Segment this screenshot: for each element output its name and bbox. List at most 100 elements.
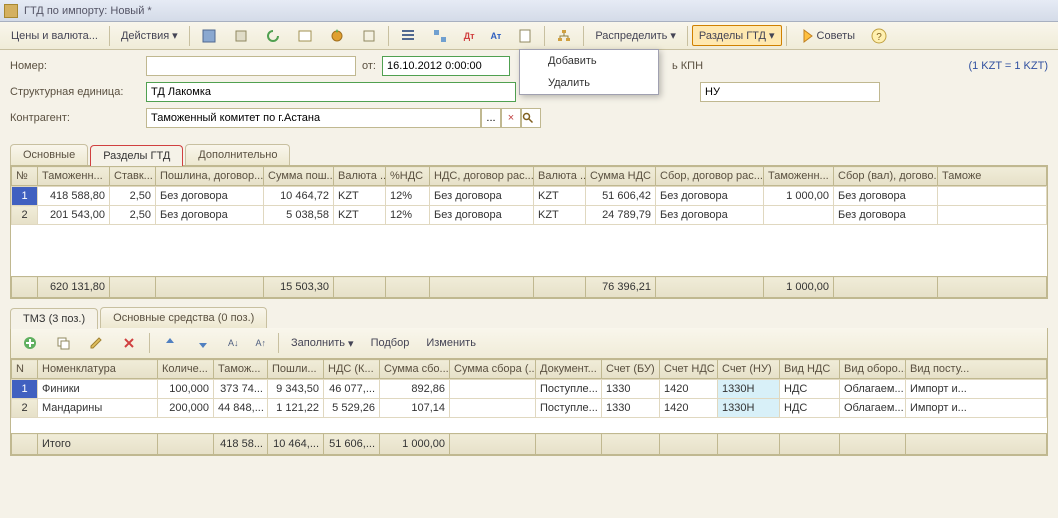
- menu-delete[interactable]: Удалить: [520, 72, 658, 94]
- tab-main[interactable]: Основные: [10, 144, 88, 165]
- currency-rate: (1 KZT = 1 KZT): [968, 60, 1048, 72]
- tab-sections[interactable]: Разделы ГТД: [90, 145, 183, 166]
- col-header[interactable]: Сбор (вал), догово...: [834, 167, 938, 186]
- col-header[interactable]: Номенклатура: [38, 360, 158, 379]
- col-header[interactable]: Сумма сбора (...: [450, 360, 536, 379]
- lookup-button[interactable]: [521, 108, 541, 128]
- col-header[interactable]: Счет (НУ): [718, 360, 780, 379]
- kpn-label: ь КПН: [672, 60, 703, 72]
- move-up-button[interactable]: [155, 331, 185, 355]
- toolbar-icon-3[interactable]: [290, 24, 320, 48]
- sub-toolbar: A↓ A↑ Заполнить▾ Подбор Изменить: [10, 328, 1048, 359]
- subtab-tmz[interactable]: ТМЗ (3 поз.): [10, 308, 98, 329]
- advice-button[interactable]: Советы: [791, 24, 862, 48]
- from-label: от:: [362, 60, 376, 72]
- edit-button[interactable]: Изменить: [419, 333, 483, 353]
- edit-row-button[interactable]: [81, 331, 111, 355]
- sections-grid: №Таможенн...Ставк...Пошлина, договор...С…: [10, 165, 1048, 299]
- actions-button[interactable]: Действия▾: [114, 25, 185, 46]
- number-label: Номер:: [10, 60, 140, 72]
- toolbar-refresh-icon[interactable]: [258, 24, 288, 48]
- col-header[interactable]: Валюта ...: [534, 167, 586, 186]
- delete-row-button[interactable]: [114, 331, 144, 355]
- sections-dropdown: Добавить Удалить: [519, 49, 659, 95]
- unit-field[interactable]: [146, 82, 516, 102]
- svg-text:?: ?: [876, 32, 882, 43]
- col-header[interactable]: НДС (К...: [324, 360, 380, 379]
- total-duty: 15 503,30: [264, 277, 334, 298]
- tab-extra[interactable]: Дополнительно: [185, 144, 290, 165]
- col-header[interactable]: Таможе: [938, 167, 1047, 186]
- distribute-button[interactable]: Распределить▾: [588, 25, 683, 46]
- toolbar-tree-icon[interactable]: [425, 24, 455, 48]
- col-header[interactable]: Документ...: [536, 360, 602, 379]
- col-header[interactable]: Ставк...: [110, 167, 156, 186]
- col-header[interactable]: Сумма пош...: [264, 167, 334, 186]
- col-header[interactable]: Пошли...: [268, 360, 324, 379]
- prices-button[interactable]: Цены и валюта...: [4, 26, 105, 46]
- app-icon: [4, 4, 18, 18]
- contr-label: Контрагент:: [10, 112, 140, 124]
- toolbar-report-icon[interactable]: [510, 24, 540, 48]
- col-header[interactable]: Валюта ...: [334, 167, 386, 186]
- subtab-assets[interactable]: Основные средства (0 поз.): [100, 307, 267, 328]
- select-button[interactable]: ...: [481, 108, 501, 128]
- col-header[interactable]: Счет НДС: [660, 360, 718, 379]
- number-field[interactable]: [146, 56, 356, 76]
- nu-field[interactable]: [700, 82, 880, 102]
- sections-button[interactable]: Разделы ГТД▾: [692, 25, 782, 46]
- table-row[interactable]: 2201 543,002,50Без договора5 038,58KZT12…: [12, 206, 1047, 225]
- table-row[interactable]: 1418 588,802,50Без договора10 464,72KZT1…: [12, 187, 1047, 206]
- col-header[interactable]: Вид посту...: [906, 360, 1047, 379]
- col-header[interactable]: N: [12, 360, 38, 379]
- toolbar-list-icon[interactable]: [393, 24, 423, 48]
- sort-az-button[interactable]: A↓: [221, 334, 246, 352]
- move-down-button[interactable]: [188, 331, 218, 355]
- itogo-label: Итого: [38, 434, 158, 455]
- help-button[interactable]: ?: [864, 24, 894, 48]
- col-header[interactable]: №: [12, 167, 38, 186]
- chevron-down-icon: ▾: [670, 29, 676, 42]
- pick-button[interactable]: Подбор: [364, 333, 417, 353]
- fill-button[interactable]: Заполнить▾: [284, 333, 361, 354]
- col-header[interactable]: Пошлина, договор...: [156, 167, 264, 186]
- copy-row-button[interactable]: [48, 331, 78, 355]
- toolbar-icon-4[interactable]: [322, 24, 352, 48]
- items-grid: NНоменклатураКоличе...Тамож...Пошли...НД…: [10, 359, 1048, 456]
- sort-za-button[interactable]: A↑: [249, 334, 274, 352]
- window-title: ГТД по импорту: Новый *: [24, 5, 152, 17]
- col-header[interactable]: Таможенн...: [764, 167, 834, 186]
- toolbar-icon-5[interactable]: [354, 24, 384, 48]
- col-header[interactable]: Вид оборо...: [840, 360, 906, 379]
- total-tam: 620 131,80: [38, 277, 110, 298]
- col-header[interactable]: НДС, договор рас...: [430, 167, 534, 186]
- table-row[interactable]: 2Мандарины200,00044 848,...1 121,225 529…: [12, 399, 1047, 418]
- total-fee: 1 000,00: [764, 277, 834, 298]
- menu-add[interactable]: Добавить: [520, 50, 658, 72]
- col-header[interactable]: Сумма сбо...: [380, 360, 450, 379]
- col-header[interactable]: Счет (БУ): [602, 360, 660, 379]
- col-header[interactable]: Сумма НДС: [586, 167, 656, 186]
- toolbar-icon-1[interactable]: [194, 24, 224, 48]
- add-row-button[interactable]: [15, 331, 45, 355]
- contragent-field[interactable]: [146, 108, 481, 128]
- col-header[interactable]: Количе...: [158, 360, 214, 379]
- col-header[interactable]: Таможенн...: [38, 167, 110, 186]
- col-header[interactable]: Тамож...: [214, 360, 268, 379]
- main-toolbar: Цены и валюта... Действия▾ Дт Ат Распред…: [0, 22, 1058, 50]
- date-field[interactable]: [382, 56, 510, 76]
- col-header[interactable]: Вид НДС: [780, 360, 840, 379]
- toolbar-icon-2[interactable]: [226, 24, 256, 48]
- col-header[interactable]: Сбор, договор рас...: [656, 167, 764, 186]
- toolbar-atkt-icon[interactable]: Ат: [484, 27, 509, 45]
- toolbar-struct-icon[interactable]: [549, 24, 579, 48]
- main-tabs: Основные Разделы ГТД Дополнительно: [0, 144, 1058, 165]
- total-vat: 76 396,21: [586, 277, 656, 298]
- table-row[interactable]: 1Финики100,000373 74...9 343,5046 077,..…: [12, 380, 1047, 399]
- clear-button[interactable]: ×: [501, 108, 521, 128]
- unit-label: Структурная единица:: [10, 86, 140, 98]
- col-header[interactable]: %НДС: [386, 167, 430, 186]
- chevron-down-icon: ▾: [172, 29, 178, 42]
- titlebar: ГТД по импорту: Новый *: [0, 0, 1058, 22]
- toolbar-dtkt-icon[interactable]: Дт: [457, 27, 482, 45]
